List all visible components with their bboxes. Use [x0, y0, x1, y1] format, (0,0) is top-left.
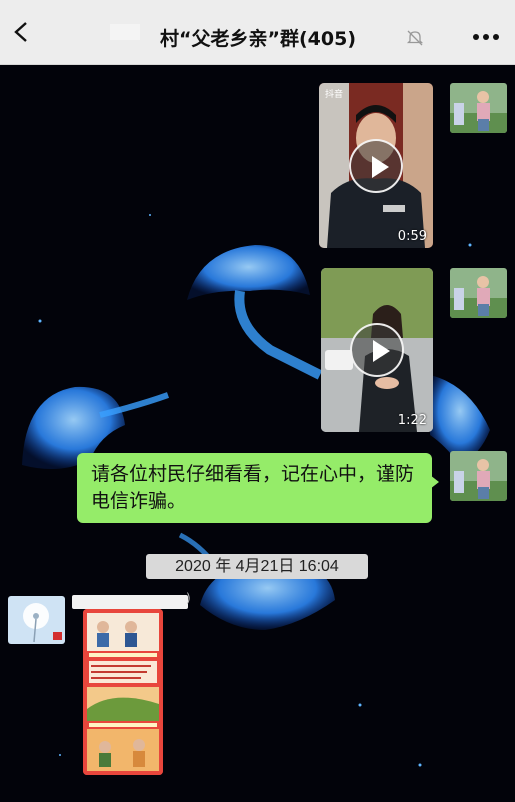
sender-name-blurred [72, 595, 188, 609]
video-duration: 1:22 [397, 413, 427, 428]
message-timestamp: 2020 年 4月21日 16:04 [146, 554, 368, 579]
chat-header: 村“父老乡亲”群(405) [0, 0, 515, 65]
avatar[interactable] [450, 83, 507, 133]
video-message[interactable]: 1:22 [321, 268, 433, 432]
more-dots-icon[interactable] [470, 27, 502, 47]
play-icon[interactable] [349, 138, 403, 193]
avatar[interactable] [450, 451, 507, 501]
chevron-left-icon[interactable] [10, 20, 34, 44]
avatar[interactable] [8, 596, 65, 644]
sender-name-suffix: ) [186, 591, 191, 605]
text-message-bubble[interactable]: 请各位村民仔细看看，记在心中，谨防电信诈骗。 [77, 453, 432, 523]
bubble-tail [430, 475, 439, 489]
anti-fraud-poster-image [83, 609, 163, 775]
avatar[interactable] [450, 268, 507, 318]
play-icon[interactable] [350, 323, 404, 377]
jellyfish-wallpaper [22, 214, 490, 767]
watermark: 抖音 [325, 90, 344, 100]
blurred-region [110, 24, 140, 40]
chat-title: 村“父老乡亲”群(405) [160, 28, 357, 50]
video-duration: 0:59 [397, 229, 427, 244]
chat-area[interactable]: 抖音 0:59 1:22 请各位村民仔细看看，记在心中，谨防电信诈骗。 2020… [0, 65, 515, 802]
bell-off-icon [406, 30, 424, 46]
video-message[interactable]: 抖音 0:59 [319, 83, 433, 248]
image-message[interactable] [83, 609, 163, 775]
